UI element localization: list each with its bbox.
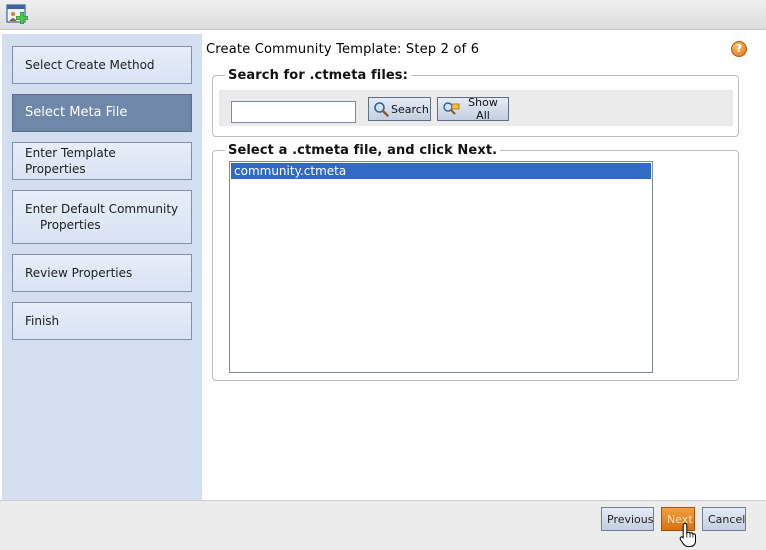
next-button[interactable]: Next (661, 507, 695, 531)
show-all-button[interactable]: Show All (437, 96, 509, 122)
cancel-button[interactable]: Cancel (702, 507, 746, 531)
step-label: Review Properties (25, 266, 133, 280)
file-select-group: Select a .ctmeta file, and click Next. c… (212, 143, 739, 381)
page-title: Create Community Template: Step 2 of 6 (206, 42, 480, 57)
magnifier-icon (374, 102, 389, 117)
search-button[interactable]: Search (368, 97, 431, 121)
wizard-steps-sidebar: Select Create Method Select Meta File En… (2, 34, 202, 500)
show-all-button-label: Show All (468, 96, 498, 122)
add-community-icon (6, 4, 28, 24)
step-label: Select Meta File (25, 105, 128, 120)
search-group: Search for .ctmeta files: Search Show Al… (212, 68, 739, 137)
step-select-meta-file[interactable]: Select Meta File (12, 94, 192, 132)
show-all-icon (443, 102, 460, 115)
list-item[interactable]: community.ctmeta (231, 163, 651, 179)
step-select-create-method[interactable]: Select Create Method (12, 46, 192, 84)
step-enter-template-properties[interactable]: Enter Template Properties (12, 142, 192, 180)
wizard-footer: Previous Next Cancel (0, 500, 766, 550)
search-button-label: Search (391, 102, 429, 116)
ctmeta-file-list[interactable]: community.ctmeta (229, 161, 653, 373)
search-toolbar: Search Show All (219, 90, 733, 126)
step-finish[interactable]: Finish (12, 302, 192, 340)
help-icon[interactable]: ? (731, 41, 747, 57)
step-label: Select Create Method (25, 58, 155, 72)
previous-button[interactable]: Previous (601, 507, 654, 531)
step-label-line2: Properties (40, 218, 101, 232)
step-label-line1: Enter Default Community (25, 202, 179, 216)
step-label: Finish (25, 314, 60, 328)
window-titlebar (0, 0, 766, 30)
step-enter-default-community-properties[interactable]: Enter Default Community Properties (12, 190, 192, 244)
step-review-properties[interactable]: Review Properties (12, 254, 192, 292)
file-select-legend: Select a .ctmeta file, and click Next. (225, 143, 501, 158)
step-label: Enter Template Properties (25, 146, 116, 176)
wizard-main-panel: Create Community Template: Step 2 of 6 ?… (202, 34, 766, 500)
search-input[interactable] (231, 101, 356, 123)
search-group-legend: Search for .ctmeta files: (225, 68, 411, 83)
